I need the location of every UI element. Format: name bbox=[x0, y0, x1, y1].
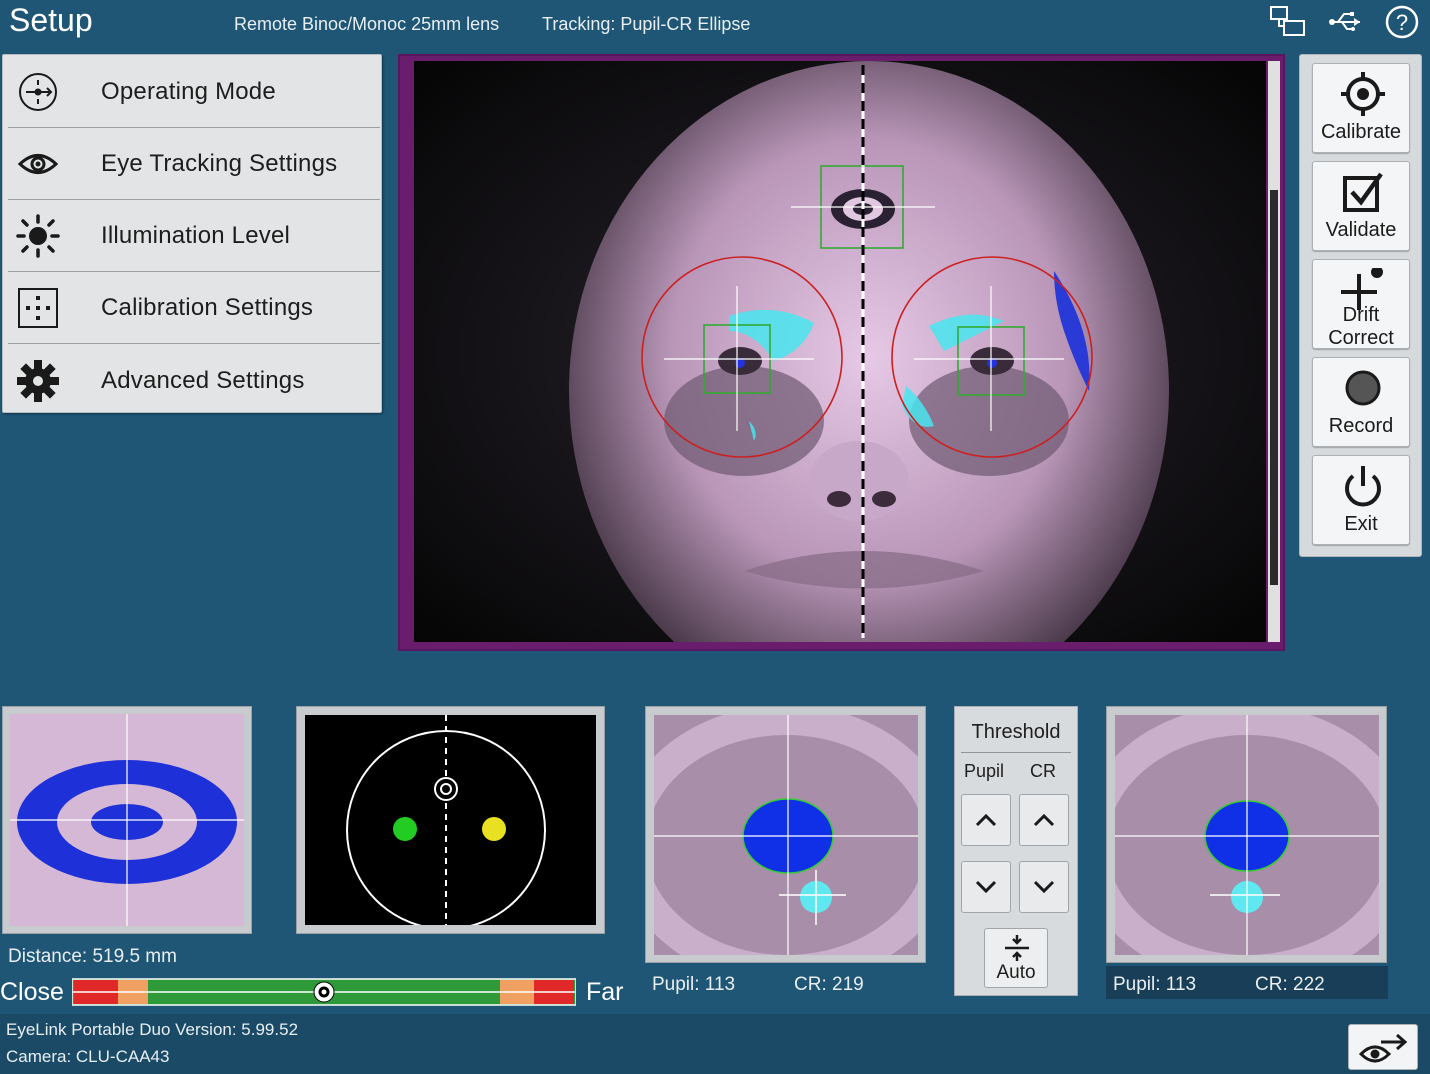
left-eye-panel bbox=[645, 706, 926, 963]
gear-icon bbox=[16, 359, 60, 403]
checkbox-check-icon bbox=[1343, 172, 1383, 212]
camera-image[interactable] bbox=[414, 61, 1266, 642]
eye-position-view bbox=[305, 715, 596, 925]
distance-marker bbox=[313, 981, 335, 1003]
help-icon[interactable]: ? bbox=[1382, 4, 1422, 40]
chevron-up-icon bbox=[1033, 813, 1055, 827]
operating-mode-icon bbox=[16, 70, 60, 114]
calibrate-label: Calibrate bbox=[1320, 121, 1402, 143]
record-button[interactable]: Record bbox=[1312, 357, 1410, 447]
pupil-threshold-down-button[interactable] bbox=[961, 861, 1011, 913]
menu-item-label: Eye Tracking Settings bbox=[101, 150, 338, 177]
threshold-panel: Threshold Pupil CR Auto bbox=[954, 706, 1078, 996]
cr-threshold-up-button[interactable] bbox=[1019, 794, 1069, 846]
usb-icon[interactable] bbox=[1326, 4, 1366, 40]
drift-correct-button[interactable]: Drift Correct bbox=[1312, 259, 1410, 349]
right-pupil-value: Pupil: 113 bbox=[1113, 974, 1197, 995]
validate-button[interactable]: Validate bbox=[1312, 161, 1410, 251]
calibrate-button[interactable]: Calibrate bbox=[1312, 63, 1410, 153]
power-icon bbox=[1345, 466, 1381, 507]
eye-icon bbox=[16, 142, 60, 186]
cr-threshold-down-button[interactable] bbox=[1019, 861, 1069, 913]
camera-scrollbar-thumb[interactable] bbox=[1270, 190, 1278, 585]
left-pupil-value: Pupil: 113 bbox=[652, 974, 736, 995]
exit-button[interactable]: Exit bbox=[1312, 455, 1410, 545]
left-cr-value: CR: 219 bbox=[794, 974, 864, 995]
record-icon bbox=[1345, 370, 1381, 406]
target-zoom-panel bbox=[2, 706, 252, 934]
exit-label: Exit bbox=[1344, 513, 1378, 535]
right-eye-view[interactable] bbox=[1115, 715, 1379, 955]
svg-text:?: ? bbox=[1396, 10, 1408, 35]
eye-position-panel bbox=[296, 706, 605, 934]
right-eye-dot bbox=[482, 817, 506, 841]
chevron-down-icon bbox=[975, 880, 997, 894]
auto-label: Auto bbox=[996, 962, 1036, 983]
pupil-threshold-up-button[interactable] bbox=[961, 794, 1011, 846]
calibration-grid-icon bbox=[16, 286, 60, 330]
target-zoom-view[interactable] bbox=[10, 714, 244, 926]
setup-menu: Operating Mode Eye Tracking Settings Ill… bbox=[2, 54, 382, 413]
sun-icon bbox=[16, 214, 60, 258]
distance-gauge bbox=[72, 978, 576, 1006]
chevron-down-icon bbox=[1033, 880, 1055, 894]
page-title: Setup bbox=[9, 2, 93, 38]
menu-item-operating-mode[interactable]: Operating Mode bbox=[8, 57, 380, 128]
network-icon[interactable] bbox=[1268, 4, 1308, 40]
right-eye-panel bbox=[1106, 706, 1387, 963]
close-label: Close bbox=[0, 978, 64, 1006]
cr-column-label: CR bbox=[1030, 761, 1056, 781]
menu-item-label: Operating Mode bbox=[101, 78, 276, 105]
tracking-mode-info: Tracking: Pupil-CR Ellipse bbox=[542, 14, 751, 34]
eye-view-switch-button[interactable] bbox=[1348, 1024, 1418, 1070]
menu-item-eye-tracking-settings[interactable]: Eye Tracking Settings bbox=[8, 129, 380, 200]
version-info: EyeLink Portable Duo Version: 5.99.52 bbox=[6, 1020, 299, 1039]
auto-threshold-icon bbox=[1005, 935, 1029, 961]
menu-item-label: Advanced Settings bbox=[101, 366, 305, 394]
auto-threshold-button[interactable]: Auto bbox=[984, 928, 1048, 988]
chevron-up-icon bbox=[975, 813, 997, 827]
menu-item-advanced-settings[interactable]: Advanced Settings bbox=[8, 345, 380, 416]
left-eye-dot bbox=[393, 817, 417, 841]
action-panel: Calibrate Validate Drift Correct Record … bbox=[1299, 54, 1422, 557]
threshold-title: Threshold bbox=[971, 721, 1061, 743]
left-eye-view[interactable] bbox=[654, 715, 918, 955]
record-label: Record bbox=[1328, 415, 1394, 437]
distance-readout: Distance: 519.5 mm bbox=[8, 946, 177, 967]
drift-label-line2: Correct bbox=[1328, 327, 1394, 349]
menu-item-illumination-level[interactable]: Illumination Level bbox=[8, 201, 380, 272]
camera-info: Camera: CLU-CAA43 bbox=[6, 1047, 170, 1066]
pupil-column-label: Pupil bbox=[964, 761, 1005, 781]
crosshair-target-icon bbox=[1341, 72, 1385, 116]
menu-item-label: Calibration Settings bbox=[101, 294, 314, 321]
far-label: Far bbox=[586, 978, 624, 1006]
right-cr-value: CR: 222 bbox=[1255, 974, 1325, 995]
divider bbox=[961, 752, 1071, 753]
lens-info: Remote Binoc/Monoc 25mm lens bbox=[234, 14, 500, 34]
menu-item-label: Illumination Level bbox=[101, 222, 291, 249]
menu-item-calibration-settings[interactable]: Calibration Settings bbox=[8, 273, 380, 344]
validate-label: Validate bbox=[1325, 219, 1397, 241]
drift-label-line1: Drift bbox=[1342, 304, 1380, 326]
eye-arrow-icon bbox=[1359, 1033, 1408, 1063]
